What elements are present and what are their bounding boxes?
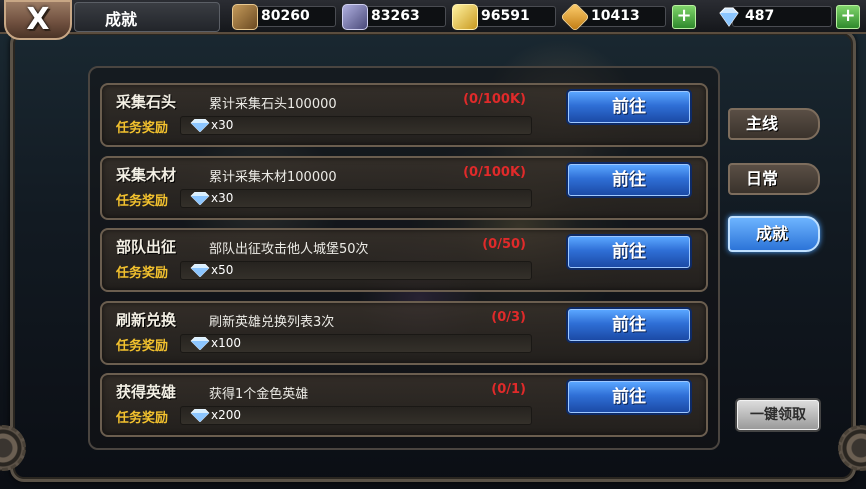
diamond-amount: 487 xyxy=(732,6,832,27)
gold-amount: 10413 xyxy=(578,6,666,27)
reward-label: 任务奖励 xyxy=(116,194,169,209)
task-row: 部队出征 部队出征攻击他人城堡50次 (0/50) 任务奖励 x50 前往 xyxy=(100,228,708,292)
go-button[interactable]: 前往 xyxy=(568,164,690,196)
reward-bar: x50 xyxy=(180,261,532,280)
diamond-icon xyxy=(190,409,210,422)
diamond-icon xyxy=(190,337,210,350)
task-row: 获得英雄 获得1个金色英雄 (0/1) 任务奖励 x200 前往 xyxy=(100,373,708,437)
gold-ore-amount: 96591 xyxy=(468,6,556,27)
diamond-icon xyxy=(190,119,210,132)
tab-main-quest[interactable]: 主线 xyxy=(728,108,820,140)
reward-bar: x200 xyxy=(180,406,532,425)
claim-all-button[interactable]: 一键领取 xyxy=(737,400,819,430)
task-progress: (0/1) xyxy=(491,382,526,397)
add-resource-button[interactable]: + xyxy=(672,5,696,29)
task-row: 采集木材 累计采集木材100000 (0/100K) 任务奖励 x30 前往 xyxy=(100,156,708,220)
reward-label: 任务奖励 xyxy=(116,411,169,426)
diamond-icon xyxy=(716,4,742,30)
task-row: 采集石头 累计采集石头100000 (0/100K) 任务奖励 x30 前往 xyxy=(100,83,708,147)
task-name: 刷新兑换 xyxy=(116,311,177,329)
task-description: 刷新英雄兑换列表3次 xyxy=(209,315,335,330)
reward-label: 任务奖励 xyxy=(116,266,169,281)
close-button[interactable]: X xyxy=(4,0,72,40)
resource-wood: 80260 xyxy=(232,4,336,30)
reward-quantity: x30 xyxy=(211,118,234,132)
diamond-icon xyxy=(190,264,210,277)
reward-quantity: x100 xyxy=(211,336,242,350)
reward-bar: x100 xyxy=(180,334,532,353)
task-progress: (0/3) xyxy=(491,310,526,325)
stone-icon xyxy=(342,4,368,30)
go-button[interactable]: 前往 xyxy=(568,236,690,268)
task-name: 获得英雄 xyxy=(116,383,177,401)
reward-bar: x30 xyxy=(180,189,532,208)
wood-icon xyxy=(232,4,258,30)
go-button[interactable]: 前往 xyxy=(568,91,690,123)
resource-gold: 10413 xyxy=(560,2,666,32)
task-description: 获得1个金色英雄 xyxy=(209,387,309,402)
task-description: 累计采集石头100000 xyxy=(209,97,337,112)
wood-amount: 80260 xyxy=(248,6,336,27)
task-progress: (0/100K) xyxy=(463,92,526,107)
go-button[interactable]: 前往 xyxy=(568,309,690,341)
add-diamond-button[interactable]: + xyxy=(836,5,860,29)
page-title: 成就 xyxy=(105,10,138,29)
resource-stone: 83263 xyxy=(342,4,446,30)
task-name: 采集石头 xyxy=(116,93,177,111)
resource-diamond: 487 xyxy=(716,4,832,29)
reward-quantity: x50 xyxy=(211,263,234,277)
task-description: 部队出征攻击他人城堡50次 xyxy=(209,242,369,257)
title-plate xyxy=(74,2,220,32)
tab-achievement[interactable]: 成就 xyxy=(728,216,820,252)
diamond-icon xyxy=(190,192,210,205)
task-description: 累计采集木材100000 xyxy=(209,170,337,185)
tab-daily[interactable]: 日常 xyxy=(728,163,820,195)
task-name: 部队出征 xyxy=(116,238,177,256)
reward-quantity: x200 xyxy=(211,408,242,422)
top-bar: X 成就 80260 83263 96591 10413 + 487 + xyxy=(0,0,866,40)
task-progress: (0/100K) xyxy=(463,165,526,180)
stone-amount: 83263 xyxy=(358,6,446,27)
reward-label: 任务奖励 xyxy=(116,339,169,354)
go-button[interactable]: 前往 xyxy=(568,381,690,413)
resource-gold-ore: 96591 xyxy=(452,4,556,30)
task-progress: (0/50) xyxy=(482,237,526,252)
gold-ore-icon xyxy=(452,4,478,30)
task-name: 采集木材 xyxy=(116,166,177,184)
reward-quantity: x30 xyxy=(211,191,234,205)
reward-bar: x30 xyxy=(180,116,532,135)
task-row: 刷新兑换 刷新英雄兑换列表3次 (0/3) 任务奖励 x100 前往 xyxy=(100,301,708,365)
reward-label: 任务奖励 xyxy=(116,121,169,136)
